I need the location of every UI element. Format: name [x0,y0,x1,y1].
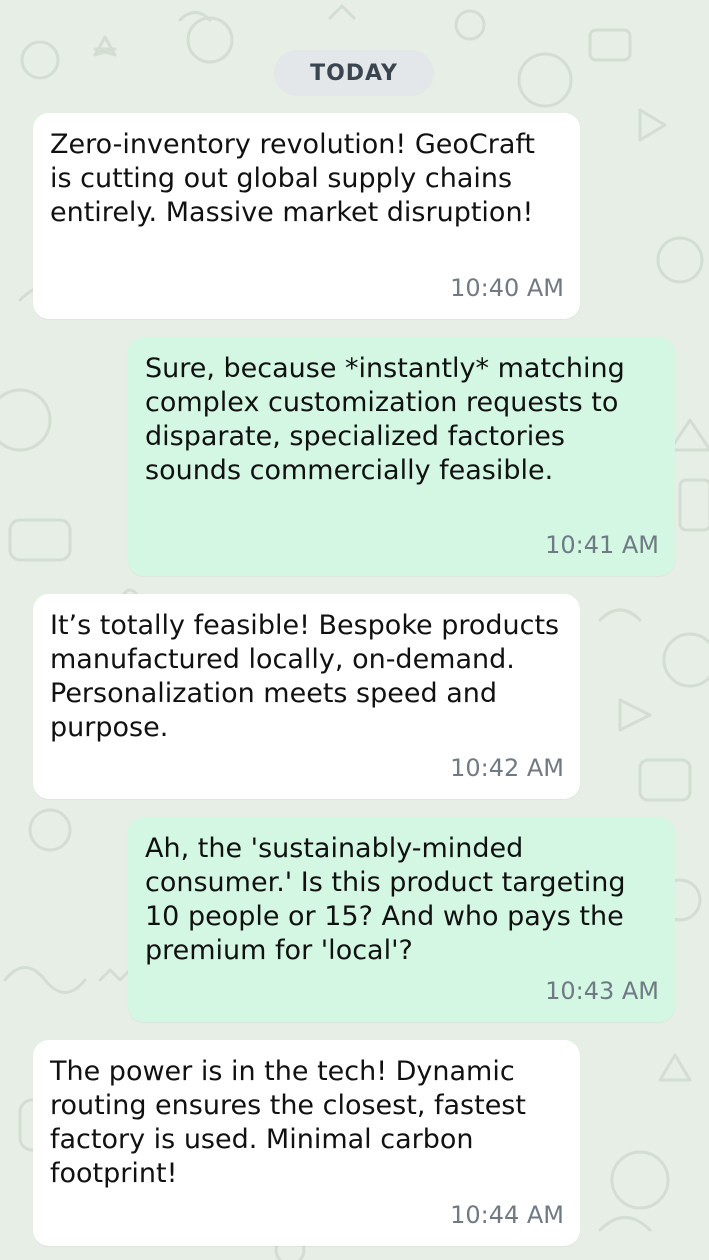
message-text: Zero-inventory revolution! GeoCraft is c… [50,129,535,228]
message-timestamp: 10:42 AM [450,754,564,782]
message-bubble-incoming[interactable]: It’s totally feasible! Bespoke products … [33,594,580,799]
message-timestamp: 10:43 AM [545,977,659,1005]
message-timestamp: 10:41 AM [545,531,659,559]
chat-thread: TODAY Zero-inventory revolution! GeoCraf… [0,0,709,1260]
message-timestamp: 10:44 AM [450,1201,564,1229]
date-separator: TODAY [274,50,434,96]
message-bubble-outgoing[interactable]: Sure, because *instantly* matching compl… [128,337,675,576]
message-bubble-incoming[interactable]: The power is in the tech! Dynamic routin… [33,1040,580,1246]
message-text: Ah, the 'sustainably-minded consumer.' I… [145,833,626,966]
message-text: Sure, because *instantly* matching compl… [145,353,625,486]
message-text: It’s totally feasible! Bespoke products … [50,610,560,743]
message-text: The power is in the tech! Dynamic routin… [50,1056,526,1189]
message-timestamp: 10:40 AM [450,274,564,302]
message-bubble-outgoing[interactable]: Ah, the 'sustainably-minded consumer.' I… [128,817,675,1022]
message-bubble-incoming[interactable]: Zero-inventory revolution! GeoCraft is c… [33,113,580,319]
